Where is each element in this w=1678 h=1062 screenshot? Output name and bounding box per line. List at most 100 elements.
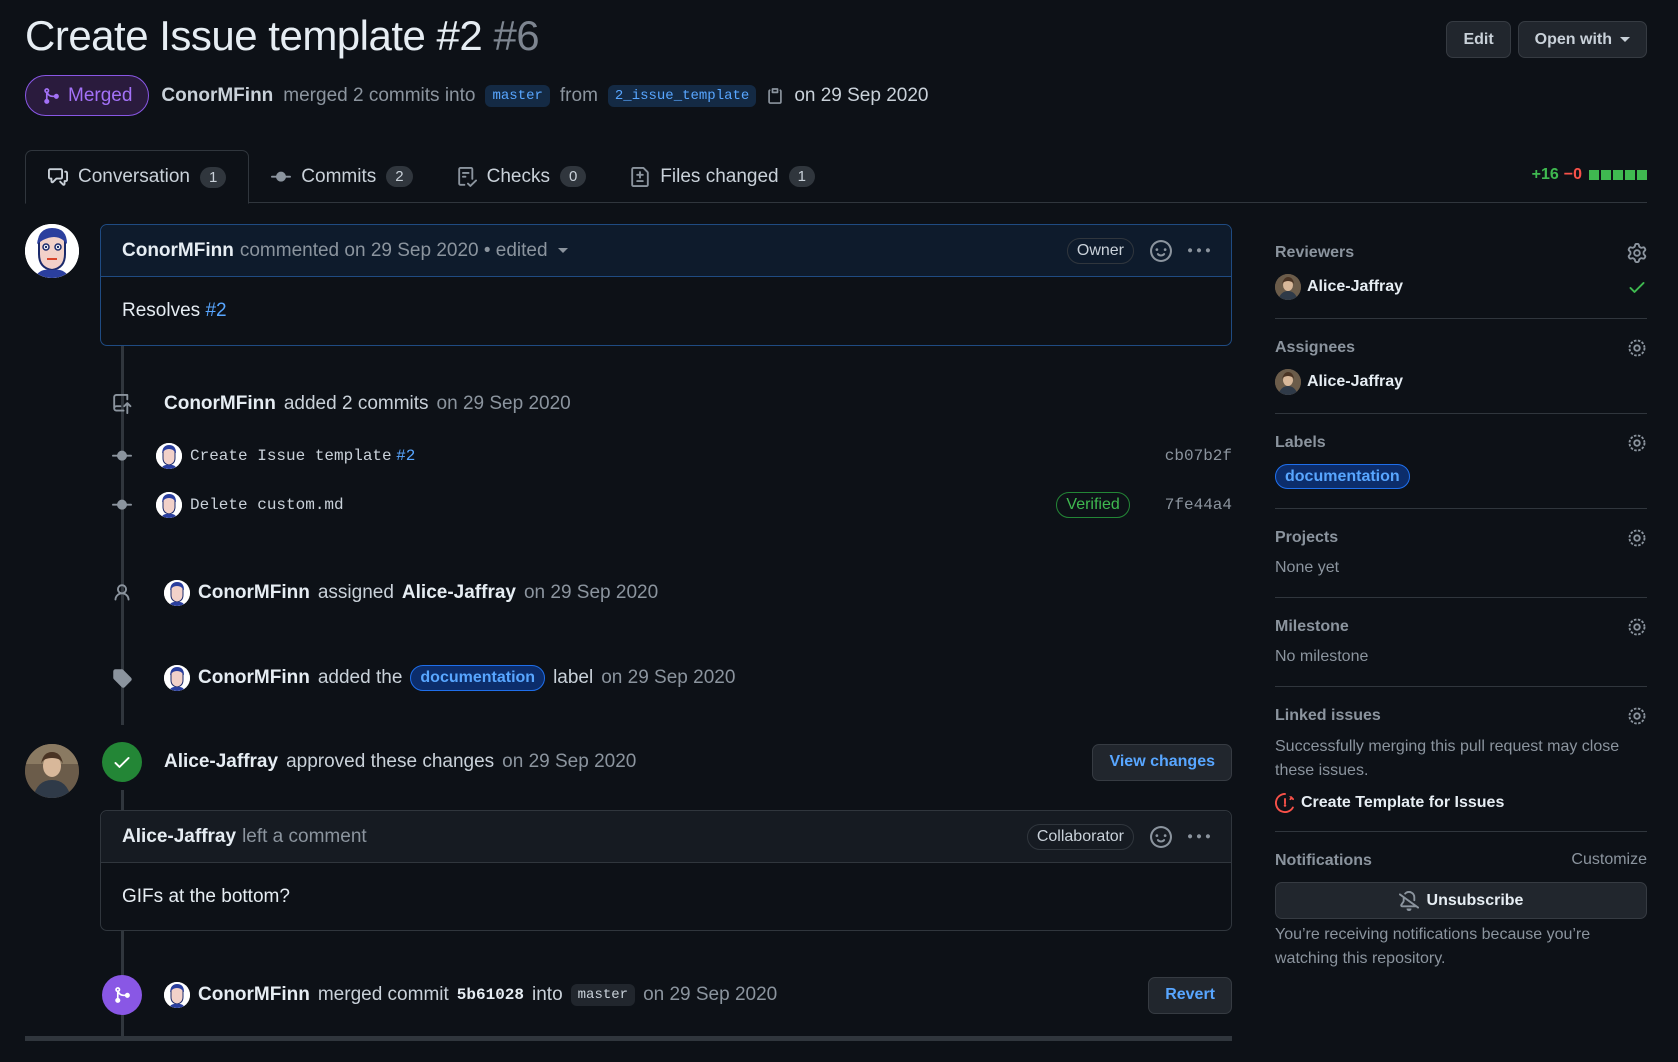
unsubscribe-label: Unsubscribe bbox=[1426, 891, 1524, 909]
avatar-conormfinn-small[interactable] bbox=[164, 580, 190, 606]
milestone-value: No milestone bbox=[1275, 648, 1369, 665]
sidebar-title[interactable]: Milestone bbox=[1275, 614, 1647, 640]
commit-sha[interactable]: cb07b2f bbox=[1165, 447, 1232, 465]
label-event: ConorMFinn added the documentation label… bbox=[100, 665, 735, 691]
pr-meta: Merged ConorMFinn merged 2 commits into … bbox=[25, 75, 929, 116]
avatar-alice-jaffray-small bbox=[1275, 369, 1301, 395]
avatar-conormfinn-small[interactable] bbox=[156, 492, 182, 518]
edit-button-label: Edit bbox=[1463, 30, 1494, 48]
event-text: added the bbox=[317, 667, 403, 688]
head-branch[interactable]: 2_issue_template bbox=[607, 84, 757, 107]
event-author[interactable]: Alice-Jaffray bbox=[164, 751, 278, 773]
event-text: assigned bbox=[317, 582, 394, 603]
avatar-alice-jaffray-small bbox=[1275, 274, 1301, 300]
tab-files-changed[interactable]: Files changed 1 bbox=[608, 150, 837, 203]
reviewer-item[interactable]: Alice-Jaffray bbox=[1275, 274, 1647, 300]
avatar-photo bbox=[25, 744, 79, 798]
pr-title-text: Create Issue template #2 bbox=[25, 12, 483, 59]
issue-link[interactable]: #2 bbox=[205, 300, 226, 322]
gear-icon[interactable] bbox=[1627, 706, 1647, 726]
tab-counter: 1 bbox=[788, 166, 815, 187]
comment-author[interactable]: ConorMFinn bbox=[122, 240, 234, 262]
tab-label: Files changed bbox=[660, 165, 779, 187]
event-author[interactable]: ConorMFinn bbox=[198, 984, 310, 1006]
chevron-down-icon[interactable] bbox=[557, 248, 568, 253]
base-branch[interactable]: master bbox=[485, 84, 550, 107]
file-diff-icon bbox=[631, 166, 650, 187]
commit-sha[interactable]: 7fe44a4 bbox=[1165, 496, 1232, 514]
tab-counter: 0 bbox=[559, 166, 587, 187]
merge-commit-sha[interactable]: 5b61028 bbox=[457, 986, 524, 1004]
comment-meta: commented on 29 Sep 2020 • edited bbox=[239, 239, 548, 261]
pr-sidebar: Reviewers Alice-Jaffray Assignees Alice-… bbox=[1275, 240, 1647, 971]
assignee-link[interactable]: Alice-Jaffray bbox=[402, 582, 516, 604]
diffstat: +16 −0 bbox=[1532, 166, 1647, 184]
view-changes-button[interactable]: View changes bbox=[1092, 743, 1232, 781]
merged-text: merged 2 commits into bbox=[283, 84, 476, 106]
tab-label: Conversation bbox=[78, 166, 190, 187]
gear-icon[interactable] bbox=[1627, 243, 1647, 263]
from-text: from bbox=[559, 84, 598, 106]
assignee-item[interactable]: Alice-Jaffray bbox=[1275, 369, 1647, 395]
comment-author[interactable]: Alice-Jaffray bbox=[122, 826, 236, 848]
smiley-icon[interactable] bbox=[1150, 239, 1172, 262]
sidebar-title[interactable]: Reviewers bbox=[1275, 240, 1647, 266]
sidebar-title[interactable]: Linked issues bbox=[1275, 703, 1647, 729]
event-author[interactable]: ConorMFinn bbox=[198, 582, 310, 604]
comment-body: Resolves #2 bbox=[101, 277, 1231, 345]
unsubscribe-button[interactable]: Unsubscribe bbox=[1275, 882, 1647, 919]
sidebar-title[interactable]: Labels bbox=[1275, 430, 1647, 456]
deletions-count: −0 bbox=[1563, 166, 1582, 183]
avatar-alice-jaffray[interactable] bbox=[25, 744, 79, 798]
gear-icon[interactable] bbox=[1627, 433, 1647, 453]
pr-author-link[interactable]: ConorMFinn bbox=[161, 85, 273, 107]
comment-meta: left a comment bbox=[242, 825, 367, 847]
pr-tabs: Conversation 1 Commits 2 Checks 0 Files … bbox=[25, 150, 1647, 204]
customize-link[interactable]: Customize bbox=[1571, 851, 1647, 869]
check-icon bbox=[102, 742, 142, 782]
avatar-conormfinn-small[interactable] bbox=[164, 665, 190, 691]
commit-message[interactable]: Delete custom.md bbox=[190, 496, 344, 514]
commit-row: Create Issue template #2 cb07b2f bbox=[100, 443, 1232, 469]
person-icon bbox=[100, 583, 144, 603]
edit-button[interactable]: Edit bbox=[1446, 21, 1511, 58]
more-options-icon[interactable] bbox=[1188, 826, 1210, 848]
revert-button[interactable]: Revert bbox=[1148, 976, 1232, 1014]
base-branch[interactable]: master bbox=[570, 984, 636, 1006]
sidebar-labels: Labels documentation bbox=[1275, 430, 1647, 509]
avatar-conormfinn-small[interactable] bbox=[164, 982, 190, 1008]
status-label: Merged bbox=[68, 84, 133, 106]
sidebar-title[interactable]: Assignees bbox=[1275, 335, 1647, 361]
chevron-down-icon bbox=[1620, 37, 1630, 42]
issue-link[interactable]: #2 bbox=[396, 447, 415, 465]
open-with-button[interactable]: Open with bbox=[1517, 21, 1647, 58]
gear-icon[interactable] bbox=[1627, 338, 1647, 358]
event-date: on 29 Sep 2020 bbox=[502, 751, 637, 772]
copy-icon[interactable] bbox=[766, 87, 784, 105]
event-author[interactable]: ConorMFinn bbox=[164, 393, 276, 415]
sidebar-title[interactable]: Projects bbox=[1275, 525, 1647, 551]
gear-icon[interactable] bbox=[1627, 528, 1647, 548]
label-documentation[interactable]: documentation bbox=[410, 665, 546, 691]
check-icon bbox=[1629, 282, 1645, 293]
event-author[interactable]: ConorMFinn bbox=[198, 667, 310, 689]
more-options-icon[interactable] bbox=[1188, 240, 1210, 262]
avatar-conormfinn-small[interactable] bbox=[156, 443, 182, 469]
linked-issue-item[interactable]: Create Template for Issues bbox=[1275, 793, 1647, 813]
merge-icon bbox=[102, 975, 142, 1015]
smiley-icon[interactable] bbox=[1150, 825, 1172, 848]
label-documentation[interactable]: documentation bbox=[1275, 464, 1410, 489]
review-approved-indicator bbox=[100, 742, 144, 782]
tab-conversation[interactable]: Conversation 1 bbox=[25, 150, 250, 204]
comment-text: Resolves bbox=[122, 300, 201, 321]
pr-title: Create Issue template #2 #6 bbox=[25, 12, 540, 60]
bell-slash-icon bbox=[1398, 890, 1419, 911]
comment-header: ConorMFinn commented on 29 Sep 2020 • ed… bbox=[101, 225, 1231, 277]
avatar-conormfinn[interactable] bbox=[25, 224, 79, 278]
tab-checks[interactable]: Checks 0 bbox=[435, 150, 609, 203]
event-text: label bbox=[553, 667, 594, 688]
gear-icon[interactable] bbox=[1627, 617, 1647, 637]
tab-commits[interactable]: Commits 2 bbox=[249, 150, 434, 203]
commit-message[interactable]: Create Issue template bbox=[190, 447, 392, 465]
verified-badge[interactable]: Verified bbox=[1056, 492, 1130, 518]
